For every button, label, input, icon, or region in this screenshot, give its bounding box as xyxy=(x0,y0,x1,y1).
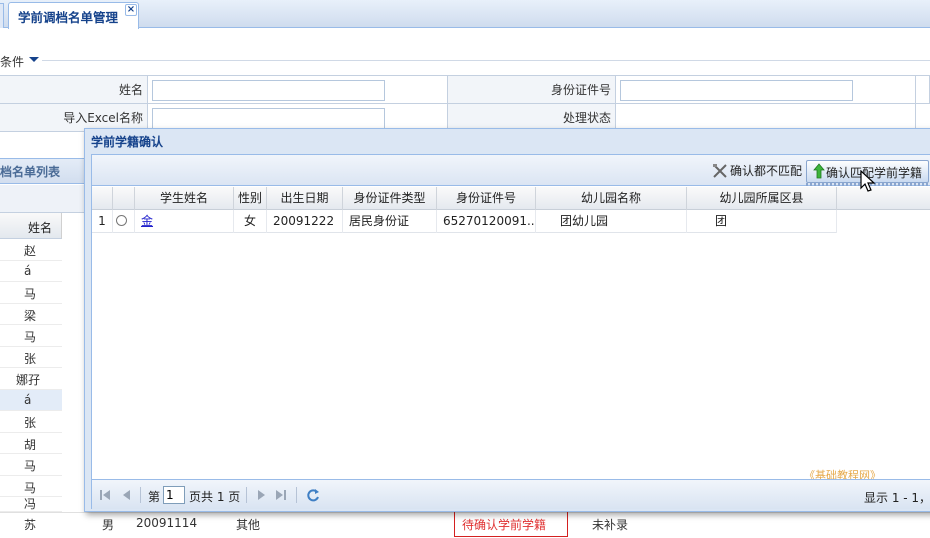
list-item[interactable]: 娜孖 xyxy=(0,368,62,390)
row-birth: 20091114 xyxy=(136,516,198,530)
filter-form: 姓名 身份证件号 导入Excel名称 处理状态 xyxy=(0,75,930,132)
column-header-gender[interactable]: 性别 xyxy=(234,187,267,210)
name-field-cell xyxy=(148,76,448,104)
grid-header: 学生姓名 性别 出生日期 身份证件类型 身份证件号 幼儿园名称 幼儿园所属区县 xyxy=(92,187,930,210)
column-header-id-number[interactable]: 身份证件号 xyxy=(437,187,536,210)
name-label: 姓名 xyxy=(0,76,148,104)
row-supplement: 未补录 xyxy=(592,518,629,532)
pagination-bar: 第 页共 1 页 显示 1 - 1，共 xyxy=(92,479,930,509)
green-up-arrow-icon xyxy=(813,163,825,179)
row-gender: 男 xyxy=(102,518,115,532)
tab-label: 学前调档名单管理 xyxy=(18,10,119,25)
pager-separator xyxy=(246,487,247,503)
list-item[interactable]: 马 xyxy=(0,476,62,497)
prev-page-icon[interactable] xyxy=(120,488,134,502)
id-number-input[interactable] xyxy=(620,80,853,101)
list-title: 档名单列表 xyxy=(0,165,61,179)
dialog-title[interactable]: 学前学籍确认 xyxy=(91,133,163,150)
mouse-cursor-icon xyxy=(860,169,876,194)
list-item[interactable]: 张 xyxy=(0,411,62,433)
student-name-link[interactable]: 金 xyxy=(141,214,153,228)
row-district: 团 xyxy=(687,210,837,233)
cross-tools-icon xyxy=(712,163,728,179)
first-page-icon[interactable] xyxy=(98,488,112,502)
list-item[interactable]: 马 xyxy=(0,325,62,347)
row-kindergarten: 团幼儿园 xyxy=(536,210,687,233)
pager-separator xyxy=(140,487,141,503)
dialog-body: 确认都不匹配 确认匹配学前学籍 学生姓名 性别 出生日期 身份证件类型 身份证件… xyxy=(91,154,930,509)
excel-name-input[interactable] xyxy=(152,108,385,129)
row-index: 1 xyxy=(92,210,113,233)
close-icon[interactable]: × xyxy=(125,4,137,16)
column-header-name-label: 姓名 xyxy=(28,221,53,235)
column-header-kindergarten[interactable]: 幼儿园名称 xyxy=(536,187,687,210)
column-header-district[interactable]: 幼儿园所属区县 xyxy=(687,187,837,210)
column-header-birth[interactable]: 出生日期 xyxy=(267,187,343,210)
row-radio[interactable] xyxy=(116,215,127,226)
chevron-down-icon[interactable] xyxy=(29,57,39,62)
list-item[interactable]: 梁 xyxy=(0,304,62,325)
list-item[interactable]: 胡 xyxy=(0,433,62,454)
list-item[interactable]: á xyxy=(0,389,62,411)
dialog-toolbar: 确认都不匹配 确认匹配学前学籍 xyxy=(92,155,930,186)
table-row[interactable]: 1 金 女 20091222 居民身份证 65270120091... 团幼儿园… xyxy=(92,210,837,233)
row-name: 苏 xyxy=(24,518,37,532)
pager-total-label: 页共 1 页 xyxy=(189,490,241,504)
list-item[interactable]: 马 xyxy=(0,282,62,304)
column-header-select xyxy=(113,187,135,210)
preschool-confirm-dialog: 学前学籍确认 确认都不匹配 确认匹配学前学籍 学生姓名 性别 出生日期 身份证件… xyxy=(84,128,930,512)
column-header-id-type[interactable]: 身份证件类型 xyxy=(343,187,437,210)
row-id-type: 居民身份证 xyxy=(343,210,437,233)
list-item[interactable]: 张 xyxy=(0,347,62,368)
row-select-cell xyxy=(113,210,135,233)
list-item[interactable]: á xyxy=(0,261,62,282)
row-id-number: 65270120091... xyxy=(437,210,536,233)
list-item[interactable]: 赵 xyxy=(0,239,62,261)
last-page-icon[interactable] xyxy=(274,488,288,502)
next-page-icon[interactable] xyxy=(254,488,268,502)
form-cell-overflow xyxy=(916,76,930,104)
filter-title[interactable]: 条件 xyxy=(0,53,24,70)
row-id-type: 其他 xyxy=(236,518,261,532)
confirm-no-match-label: 确认都不匹配 xyxy=(730,164,803,178)
list-item[interactable]: 马 xyxy=(0,454,62,476)
row-gender: 女 xyxy=(234,210,267,233)
pager-page-label: 第 xyxy=(148,490,161,504)
tab-previous[interactable] xyxy=(0,3,4,28)
pager-display-info: 显示 1 - 1，共 xyxy=(864,491,930,505)
list-item[interactable]: 冯 xyxy=(0,497,62,512)
row-student-name: 金 xyxy=(135,210,234,233)
name-input[interactable] xyxy=(152,80,385,101)
page-number-input[interactable] xyxy=(163,486,185,504)
id-number-field-cell xyxy=(616,76,916,104)
tab-bar xyxy=(0,0,930,28)
tab-preschool-transfer-list[interactable]: 学前调档名单管理 × xyxy=(8,2,139,29)
list-toolbar xyxy=(0,185,92,213)
row-birth: 20091222 xyxy=(267,210,343,233)
pager-separator xyxy=(296,487,297,503)
column-header-index xyxy=(92,187,113,210)
refresh-icon[interactable] xyxy=(306,487,320,503)
divider xyxy=(42,60,930,61)
confirm-no-match-button[interactable]: 确认都不匹配 xyxy=(710,161,802,183)
column-header-student-name[interactable]: 学生姓名 xyxy=(135,187,234,210)
id-number-label: 身份证件号 xyxy=(448,76,616,104)
